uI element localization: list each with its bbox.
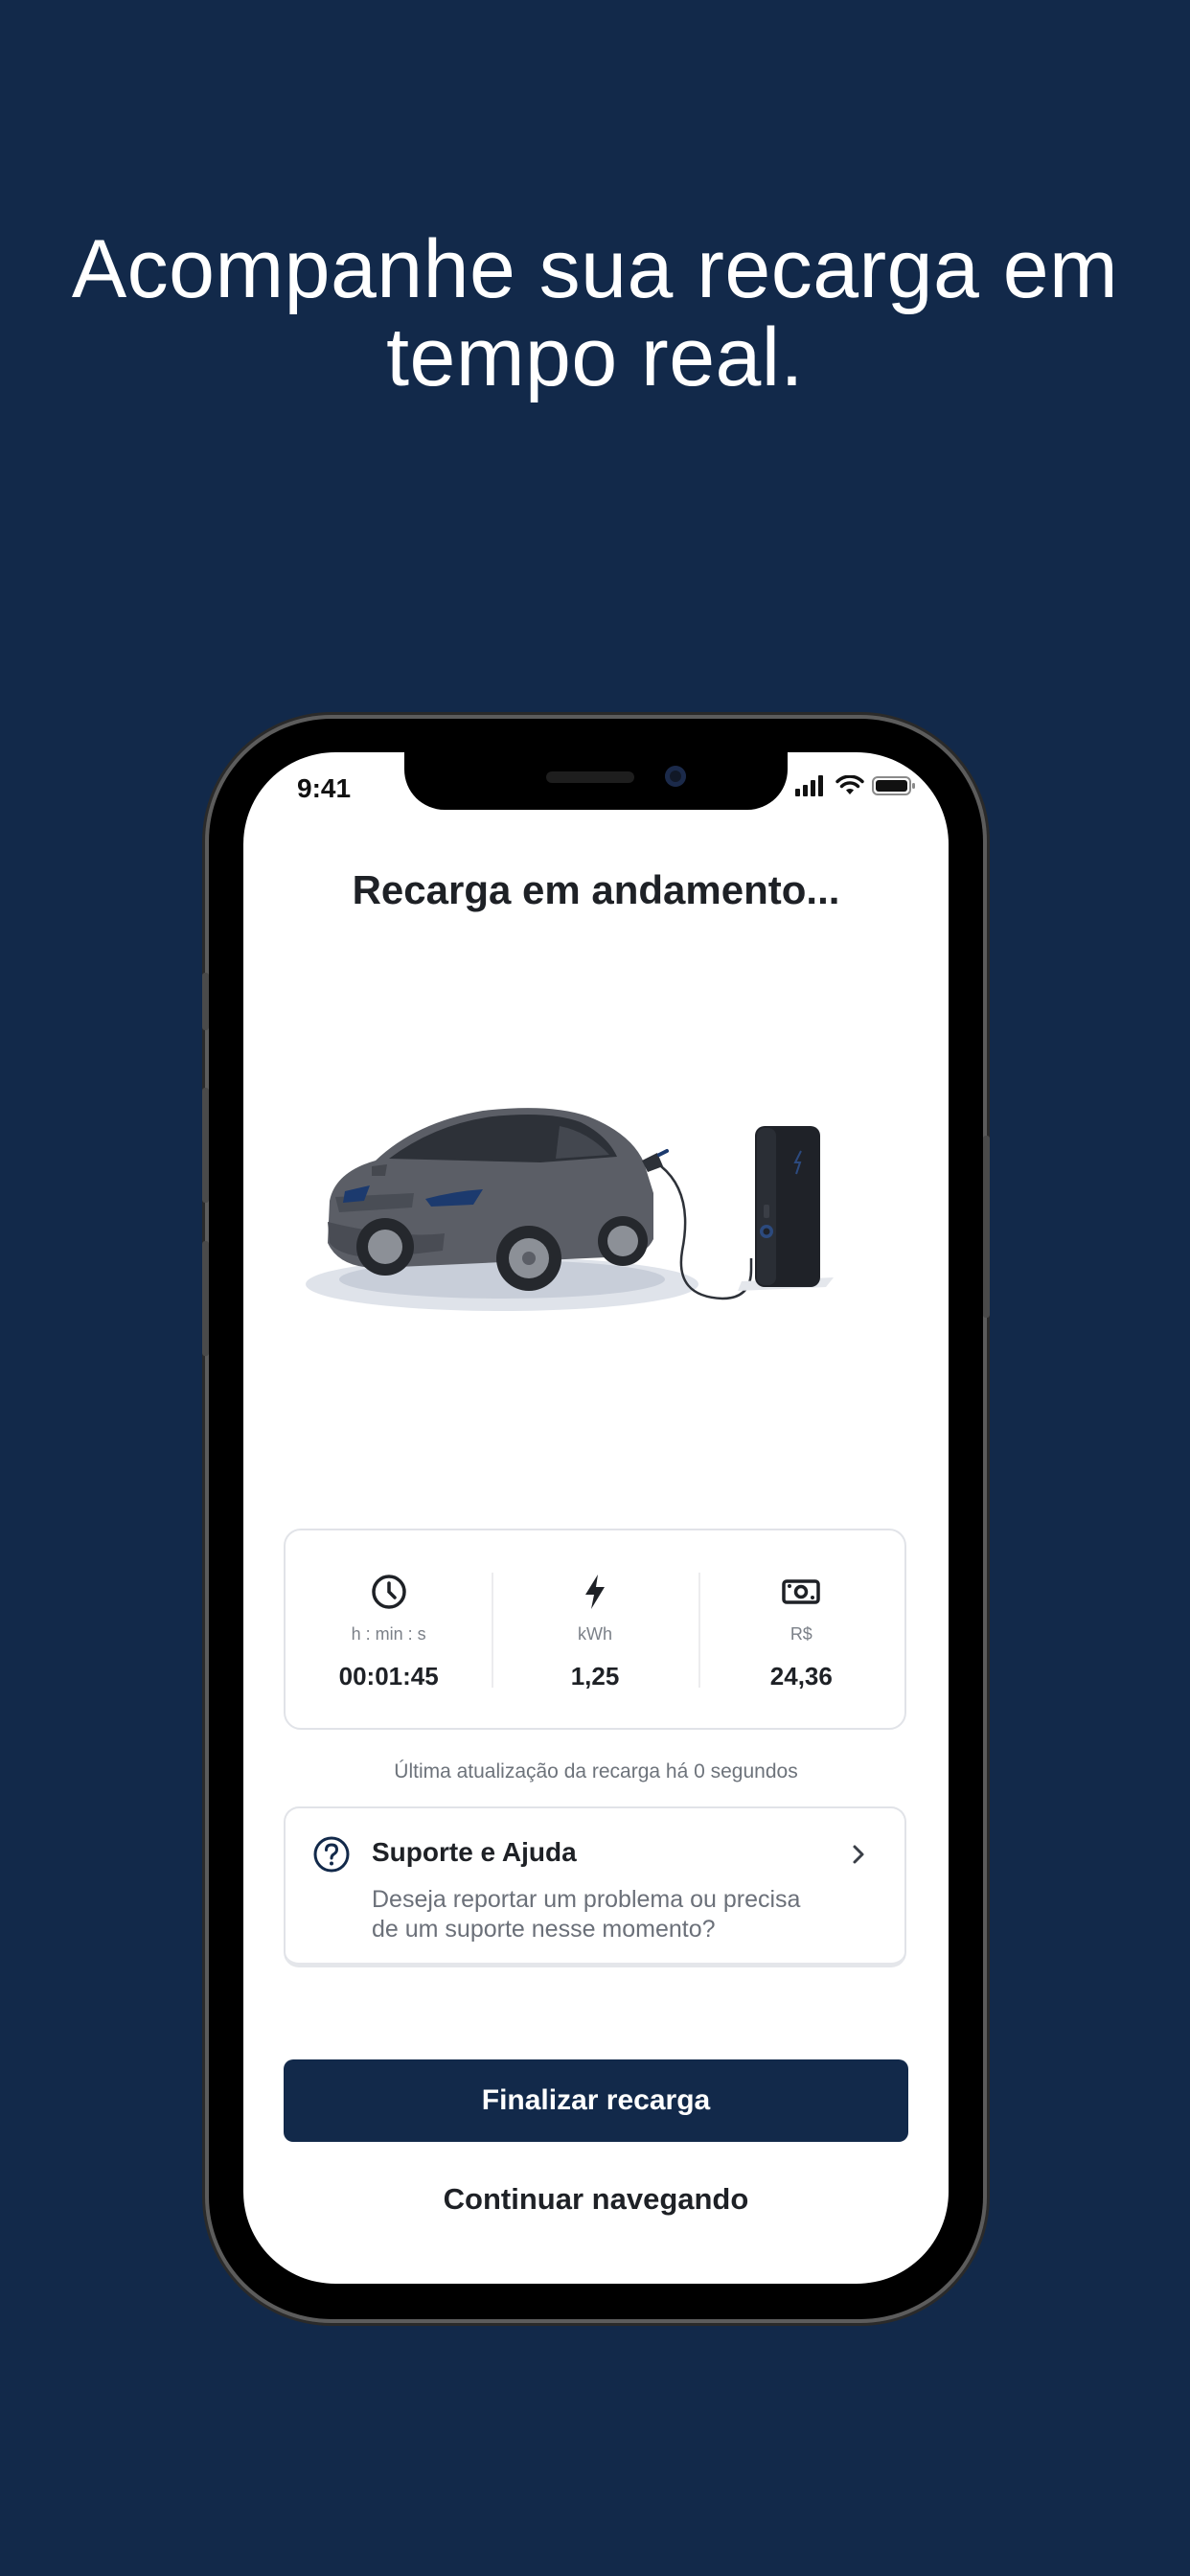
charging-stats-card: h : min : s 00:01:45 kWh 1,25 R$ 24,36 <box>284 1529 906 1730</box>
phone-screen: 9:41 Recarga em andamento... h: min: s… <box>243 752 949 2284</box>
finish-charging-button[interactable]: Finalizar recarga <box>284 2059 908 2142</box>
stat-energy-label: kWh <box>577 1624 612 1644</box>
phone-notch <box>404 752 788 810</box>
stat-duration-value: 00:01:45 <box>338 1662 439 1690</box>
stat-energy-value: 1,25 <box>570 1662 620 1690</box>
continue-browsing-button[interactable]: Continuar navegando <box>284 2165 908 2234</box>
money-icon <box>782 1579 821 1604</box>
signal-icon <box>795 775 823 796</box>
battery-icon <box>872 776 915 795</box>
stat-cost-value: 24,36 <box>769 1662 833 1690</box>
promo-headline-line1: Acompanhe sua recarga em <box>71 223 1119 315</box>
stat-energy: kWh 1,25 <box>492 1530 698 1728</box>
stat-duration: h : min : s 00:01:45 <box>286 1530 492 1728</box>
phone-silent-switch <box>202 973 209 1030</box>
support-title: Suporte e Ajuda <box>372 1837 577 1867</box>
last-update-text: Última atualização da recarga há 0 segun… <box>394 1760 798 1782</box>
status-icons <box>795 775 916 796</box>
stat-cost: R$ 24,36 <box>698 1530 904 1728</box>
clock-icon <box>371 1575 406 1609</box>
phone-volume-down <box>202 1241 209 1356</box>
promo-headline-line2: tempo real. <box>386 311 804 403</box>
promo-headline: Acompanhe sua recarga em tempo real. <box>0 225 1190 402</box>
wifi-icon <box>835 775 864 794</box>
stat-duration-label: h : min : s <box>351 1624 426 1644</box>
car-charging-illustration <box>306 1108 834 1311</box>
support-help-card[interactable]: Suporte e Ajuda Deseja reportar um probl… <box>284 1806 906 1967</box>
chevron-right-icon <box>853 1845 864 1864</box>
help-circle-icon <box>313 1836 350 1873</box>
phone-volume-up <box>202 1088 209 1203</box>
lightning-icon <box>584 1575 605 1609</box>
speaker-grille <box>546 771 634 783</box>
status-time: 9:41 <box>297 773 352 803</box>
charging-status-title: Recarga em andamento... <box>352 867 840 912</box>
front-camera <box>665 766 686 787</box>
phone-power-button <box>983 1136 990 1318</box>
support-description: Deseja reportar um problema ou precisa d… <box>372 1886 801 1943</box>
stat-cost-label: R$ <box>790 1624 812 1644</box>
